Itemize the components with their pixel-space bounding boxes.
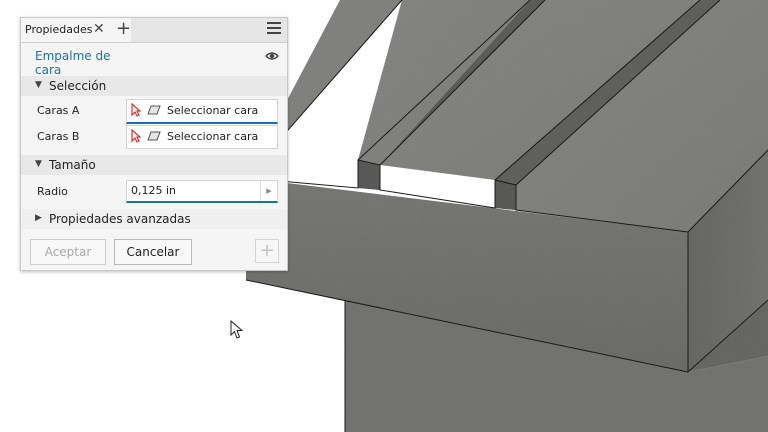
tab-properties[interactable]: Propiedades ✕ (21, 18, 131, 42)
properties-panel: Propiedades ✕ + Empalme de cara ▼ Selecc… (20, 17, 288, 271)
panel-tabbar: Propiedades ✕ + (21, 18, 287, 43)
cancel-button[interactable]: Cancelar (114, 239, 192, 265)
radius-row: Radio 0,125 in ▶ (21, 180, 287, 204)
faces-a-label: Caras A (37, 104, 80, 117)
eye-icon[interactable] (265, 51, 279, 61)
faces-a-value: Seleccionar cara (167, 104, 259, 117)
select-arrow-icon (131, 129, 141, 143)
face-icon (147, 131, 161, 141)
collapse-arrow-icon: ▼ (35, 159, 42, 169)
faces-b-label: Caras B (37, 130, 80, 143)
section-advanced-header[interactable]: ▶ Propiedades avanzadas (21, 209, 287, 229)
mouse-cursor-icon (230, 320, 244, 339)
hamburger-menu-icon[interactable] (267, 21, 281, 35)
section-advanced-label: Propiedades avanzadas (49, 212, 191, 226)
feature-name-field[interactable]: Empalme de cara (35, 49, 131, 79)
faces-b-value: Seleccionar cara (167, 130, 259, 143)
faces-a-selector[interactable]: Seleccionar cara (126, 99, 278, 124)
faces-a-row: Caras A Seleccionar cara (21, 99, 287, 124)
radius-input[interactable]: 0,125 in ▶ (126, 180, 278, 203)
feature-title-row: Empalme de cara (21, 43, 287, 79)
close-icon[interactable]: ✕ (93, 21, 105, 37)
apply-plus-button[interactable]: + (255, 239, 279, 263)
section-selection-header[interactable]: ▼ Selección (21, 76, 287, 96)
radius-label: Radio (37, 185, 68, 198)
spinner-icon[interactable]: ▶ (260, 181, 277, 201)
section-size-label: Tamaño (49, 158, 96, 172)
tab-properties-label: Propiedades (25, 23, 93, 36)
plus-icon[interactable]: + (116, 18, 131, 39)
face-icon (147, 105, 161, 115)
select-arrow-icon (131, 103, 141, 117)
faces-b-row: Caras B Seleccionar cara (21, 125, 287, 149)
section-selection-label: Selección (49, 79, 107, 93)
faces-b-selector[interactable]: Seleccionar cara (126, 125, 278, 149)
collapse-arrow-icon: ▼ (35, 80, 42, 90)
accept-button[interactable]: Aceptar (30, 239, 106, 265)
expand-arrow-icon: ▶ (35, 213, 42, 223)
radius-value: 0,125 in (131, 184, 177, 197)
section-size-header[interactable]: ▼ Tamaño (21, 155, 287, 175)
